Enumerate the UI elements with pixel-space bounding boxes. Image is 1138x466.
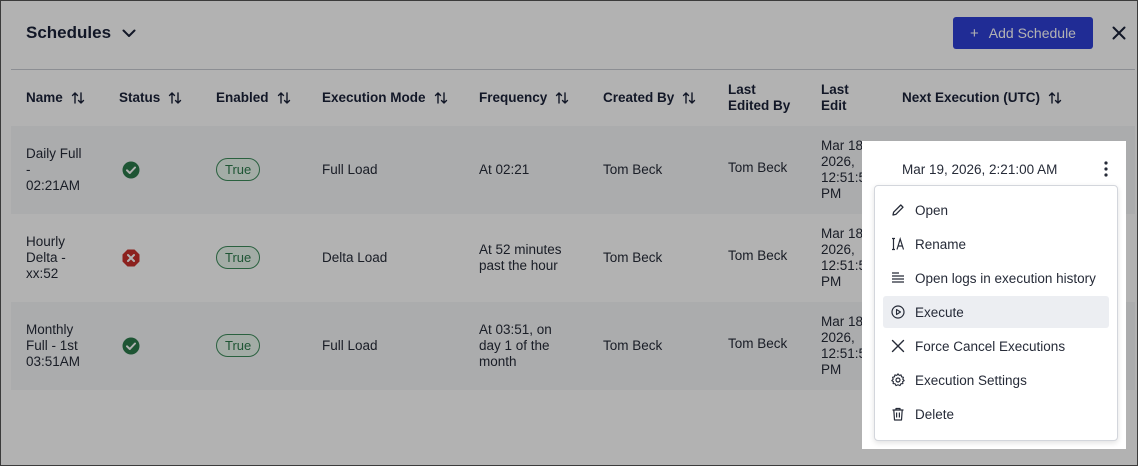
menu-item-label: Open	[915, 202, 949, 218]
column-header-status[interactable]: Status	[119, 90, 182, 106]
created-by: Tom Beck	[603, 162, 663, 177]
menu-item-execution-settings[interactable]: Execution Settings	[883, 364, 1109, 396]
column-header-next-execution[interactable]: Next Execution (UTC)	[902, 90, 1062, 106]
enabled-badge: True	[216, 158, 261, 181]
column-label-line: Edit	[821, 98, 847, 113]
page-title: Schedules	[26, 23, 112, 42]
column-header-created-by[interactable]: Created By	[603, 90, 696, 106]
play-circle-icon	[891, 305, 905, 319]
menu-item-delete[interactable]: Delete	[883, 398, 1109, 430]
menu-item-rename[interactable]: Rename	[883, 228, 1109, 260]
menu-item-label: Open logs in execution history	[915, 270, 1096, 286]
edited-by: Tom Beck	[728, 248, 788, 263]
row-actions-menu: Open Rename Open logs in execution histo…	[874, 185, 1118, 441]
sort-icon	[71, 91, 85, 105]
frequency: At 02:21	[479, 162, 530, 177]
success-check-icon	[122, 337, 140, 355]
add-schedule-label: Add Schedule	[988, 25, 1076, 41]
text-cursor-icon	[891, 237, 905, 251]
header-divider	[11, 69, 1135, 70]
enabled-badge: True	[216, 334, 261, 357]
column-label-line: Edited By	[728, 98, 791, 113]
column-header-last-edited-by[interactable]: Last Edited By	[728, 82, 790, 114]
column-label: Created By	[603, 90, 675, 105]
list-lines-icon	[891, 271, 905, 285]
sort-icon	[434, 91, 448, 105]
column-label: Enabled	[216, 90, 269, 105]
menu-item-label: Rename	[915, 236, 967, 252]
more-vertical-icon[interactable]	[1096, 159, 1116, 179]
menu-item-label: Delete	[915, 406, 955, 422]
success-check-icon	[122, 161, 140, 179]
sort-icon	[277, 91, 291, 105]
add-schedule-button[interactable]: + Add Schedule	[953, 17, 1093, 49]
menu-item-execute[interactable]: Execute	[883, 296, 1109, 328]
column-header-frequency[interactable]: Frequency	[479, 90, 569, 106]
schedule-name: Daily Full -02:21AM	[26, 146, 82, 193]
trash-icon	[891, 407, 905, 421]
schedule-name: Hourly Delta - xx:52	[26, 234, 66, 281]
column-label-line: Last	[728, 82, 756, 97]
column-label: Status	[119, 90, 161, 105]
created-by: Tom Beck	[603, 338, 663, 353]
frequency: At 03:51, on day 1 of the month	[479, 322, 552, 369]
column-label: Frequency	[479, 90, 548, 105]
column-label: Name	[26, 90, 63, 105]
menu-item-open[interactable]: Open	[883, 194, 1109, 226]
x-icon	[891, 339, 905, 353]
plus-icon: +	[970, 24, 979, 42]
edited-by: Tom Beck	[728, 160, 788, 175]
menu-item-label: Force Cancel Executions	[915, 338, 1066, 354]
column-header-last-edit[interactable]: Last Edit	[821, 82, 849, 114]
row-actions-popup: Mar 19, 2026, 2:21:00 AM Open Rename Ope…	[862, 141, 1126, 449]
menu-item-force-cancel[interactable]: Force Cancel Executions	[883, 330, 1109, 362]
menu-item-label: Execution Settings	[915, 372, 1027, 388]
column-header-enabled[interactable]: Enabled	[216, 90, 291, 106]
schedules-title-dropdown[interactable]: Schedules	[26, 23, 137, 43]
column-label: Next Execution (UTC)	[902, 90, 1041, 105]
execution-mode: Delta Load	[322, 250, 388, 265]
edited-by: Tom Beck	[728, 336, 788, 351]
execution-mode: Full Load	[322, 338, 378, 353]
enabled-badge: True	[216, 246, 261, 269]
next-execution-value: Mar 19, 2026, 2:21:00 AM	[902, 162, 1058, 177]
pencil-icon	[891, 203, 905, 217]
column-label-line: Last	[821, 82, 849, 97]
close-icon[interactable]	[1109, 23, 1129, 43]
column-label: Execution Mode	[322, 90, 426, 105]
sort-icon	[168, 91, 182, 105]
sort-icon	[1048, 91, 1062, 105]
column-header-execution-mode[interactable]: Execution Mode	[322, 90, 448, 106]
menu-item-open-logs[interactable]: Open logs in execution history	[883, 262, 1109, 294]
frequency: At 52 minutes past the hour	[479, 242, 562, 273]
sort-icon	[682, 91, 696, 105]
sort-icon	[555, 91, 569, 105]
panel-header: Schedules + Add Schedule	[1, 1, 1137, 69]
menu-item-label: Execute	[915, 304, 964, 320]
chevron-down-icon	[121, 25, 137, 41]
execution-mode: Full Load	[322, 162, 378, 177]
created-by: Tom Beck	[603, 250, 663, 265]
column-header-name[interactable]: Name	[26, 90, 85, 106]
error-x-icon	[122, 249, 140, 267]
schedule-name: Monthly Full - 1st 03:51AM	[26, 322, 81, 369]
gear-icon	[891, 373, 905, 387]
